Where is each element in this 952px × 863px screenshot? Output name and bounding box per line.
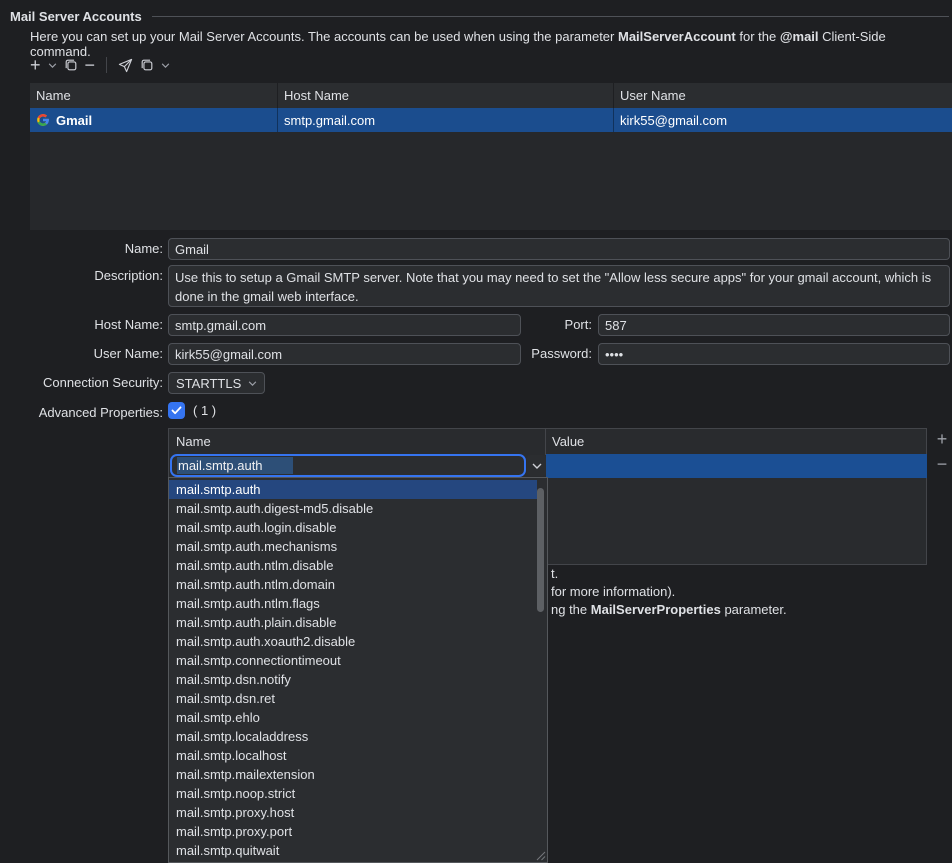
properties-column-value[interactable]: Value [546, 429, 926, 455]
dropdown-item[interactable]: mail.smtp.auth.ntlm.disable [169, 556, 547, 575]
minus-icon: − [85, 56, 96, 74]
property-name-combobox-button[interactable] [527, 455, 546, 476]
accounts-toolbar: + − [30, 53, 170, 77]
toolbar-separator [106, 57, 107, 73]
property-name-editor-text: mail.smtp.auth [177, 457, 293, 474]
dropdown-item[interactable]: mail.smtp.proxy.port [169, 822, 547, 841]
account-name-cell: Gmail [30, 108, 277, 132]
dropdown-item[interactable]: mail.smtp.auth.xoauth2.disable [169, 632, 547, 651]
section-header: Mail Server Accounts [10, 9, 949, 24]
accounts-table-header: Name Host Name User Name [30, 83, 952, 108]
copy-icon [140, 58, 154, 72]
copy-options-chevron[interactable] [161, 55, 170, 75]
copy-options-button[interactable] [140, 55, 154, 75]
remove-property-button[interactable]: − [933, 457, 951, 475]
description-bold-command: @mail [780, 29, 819, 44]
dropdown-item[interactable]: mail.smtp.auth.digest-md5.disable [169, 499, 547, 518]
dropdown-item[interactable]: mail.smtp.dsn.ret [169, 689, 547, 708]
dropdown-item[interactable]: mail.smtp.mailextension [169, 765, 547, 784]
property-name-dropdown: mail.smtp.authmail.smtp.auth.digest-md5.… [168, 477, 548, 863]
google-logo-icon [36, 113, 50, 127]
chevron-down-icon [48, 63, 57, 68]
dropdown-item[interactable]: mail.smtp.ehlo [169, 708, 547, 727]
add-account-button[interactable]: + [30, 55, 41, 75]
dropdown-item[interactable]: mail.smtp.connectiontimeout [169, 651, 547, 670]
property-value-cell[interactable] [546, 454, 927, 478]
help-text-part: ng the [551, 602, 591, 617]
dropdown-item[interactable]: mail.smtp.auth.ntlm.flags [169, 594, 547, 613]
dropdown-item[interactable]: mail.smtp.auth.plain.disable [169, 613, 547, 632]
port-input[interactable] [598, 314, 950, 336]
dropdown-item[interactable]: mail.smtp.proxy.host [169, 803, 547, 822]
column-header-user-name[interactable]: User Name [613, 83, 952, 108]
connection-security-select[interactable]: STARTTLS [168, 372, 265, 394]
connection-security-label: Connection Security: [0, 372, 163, 394]
account-row-gmail[interactable]: Gmail smtp.gmail.com kirk55@gmail.com [30, 108, 952, 132]
password-input[interactable] [598, 343, 950, 365]
page-title: Mail Server Accounts [10, 9, 142, 24]
help-text-fragment: ng the MailServerProperties parameter. [551, 602, 787, 617]
dropdown-item[interactable]: mail.smtp.auth [169, 480, 537, 499]
dropdown-item[interactable]: mail.smtp.dsn.notify [169, 670, 547, 689]
send-icon [118, 58, 133, 73]
dropdown-item[interactable]: mail.smtp.localaddress [169, 727, 547, 746]
chevron-down-icon [248, 381, 257, 386]
mail-server-accounts-panel: Mail Server Accounts Here you can set up… [0, 0, 952, 863]
property-name-combobox[interactable]: mail.smtp.auth [170, 454, 526, 477]
remove-account-button[interactable]: − [85, 55, 96, 75]
plus-icon: + [30, 56, 41, 74]
description-bold-parameter: MailServerAccount [618, 29, 736, 44]
properties-column-name[interactable]: Name [169, 429, 546, 455]
chevron-down-icon [161, 63, 170, 68]
resize-grip-icon[interactable] [535, 850, 546, 861]
connection-security-value: STARTTLS [176, 376, 241, 391]
name-input[interactable] [168, 238, 950, 260]
dropdown-item[interactable]: mail.smtp.localhost [169, 746, 547, 765]
description-part: for the [736, 29, 780, 44]
user-name-label: User Name: [0, 343, 163, 365]
help-text-part: parameter. [721, 602, 787, 617]
add-account-chevron[interactable] [48, 55, 57, 75]
column-header-name[interactable]: Name [30, 83, 277, 108]
dropdown-item[interactable]: mail.smtp.quitwait [169, 841, 547, 860]
help-text-fragment: for more information). [551, 584, 675, 599]
add-property-button[interactable]: + [933, 430, 951, 448]
checkmark-icon [171, 406, 182, 415]
chevron-down-icon [532, 463, 542, 469]
dropdown-item[interactable]: mail.smtp.noop.strict [169, 784, 547, 803]
accounts-table: Name Host Name User Name Gmail smtp.gmai… [30, 83, 952, 230]
description-input[interactable]: Use this to setup a Gmail SMTP server. N… [168, 265, 950, 307]
dropdown-item[interactable]: mail.smtp.auth.login.disable [169, 518, 547, 537]
title-divider [152, 16, 949, 17]
port-label: Port: [429, 314, 592, 336]
account-name: Gmail [56, 113, 92, 128]
advanced-properties-checkbox[interactable] [168, 402, 185, 419]
copy-icon [64, 58, 78, 72]
description-part: Here you can set up your Mail Server Acc… [30, 29, 618, 44]
send-test-mail-button[interactable] [118, 55, 133, 75]
help-text-fragment: t. [551, 566, 558, 581]
host-name-label: Host Name: [0, 314, 163, 336]
duplicate-account-button[interactable] [64, 55, 78, 75]
dropdown-scrollbar-thumb[interactable] [537, 488, 544, 612]
advanced-properties-count: ( 1 ) [193, 402, 216, 419]
dropdown-item[interactable]: mail.smtp.auth.ntlm.domain [169, 575, 547, 594]
name-label: Name: [0, 238, 163, 260]
description-label: Description: [0, 265, 163, 287]
advanced-properties-label: Advanced Properties: [0, 402, 163, 424]
account-user-cell: kirk55@gmail.com [613, 108, 952, 132]
properties-table-header: Name Value [169, 429, 926, 455]
column-header-host-name[interactable]: Host Name [277, 83, 613, 108]
help-text-bold-parameter: MailServerProperties [591, 602, 721, 617]
password-label: Password: [429, 343, 592, 365]
dropdown-item[interactable]: mail.smtp.auth.mechanisms [169, 537, 547, 556]
account-host-cell: smtp.gmail.com [277, 108, 613, 132]
